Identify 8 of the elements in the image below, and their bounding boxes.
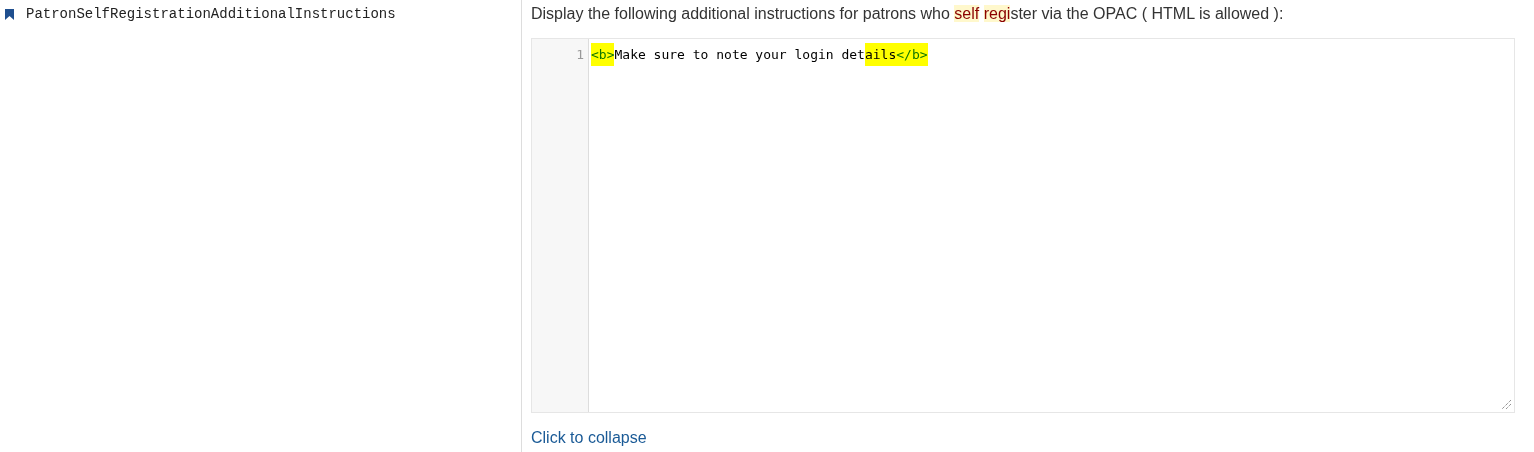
line-number: 1 xyxy=(575,46,585,64)
collapse-link[interactable]: Click to collapse xyxy=(531,429,647,447)
code-line: <b>Make sure to note your login details</b> xyxy=(591,43,928,67)
description-text: Display the following additional instructions for patrons who self register via the OPAC ( HTML is allowed ): xyxy=(531,4,1285,24)
code-editor[interactable]: 1 <b>Make sure to note your login details</b> xyxy=(531,38,1515,413)
bookmark-icon xyxy=(5,8,14,20)
preference-name: PatronSelfRegistrationAdditionalInstructions xyxy=(26,6,396,22)
resize-handle-icon[interactable] xyxy=(1502,400,1511,409)
